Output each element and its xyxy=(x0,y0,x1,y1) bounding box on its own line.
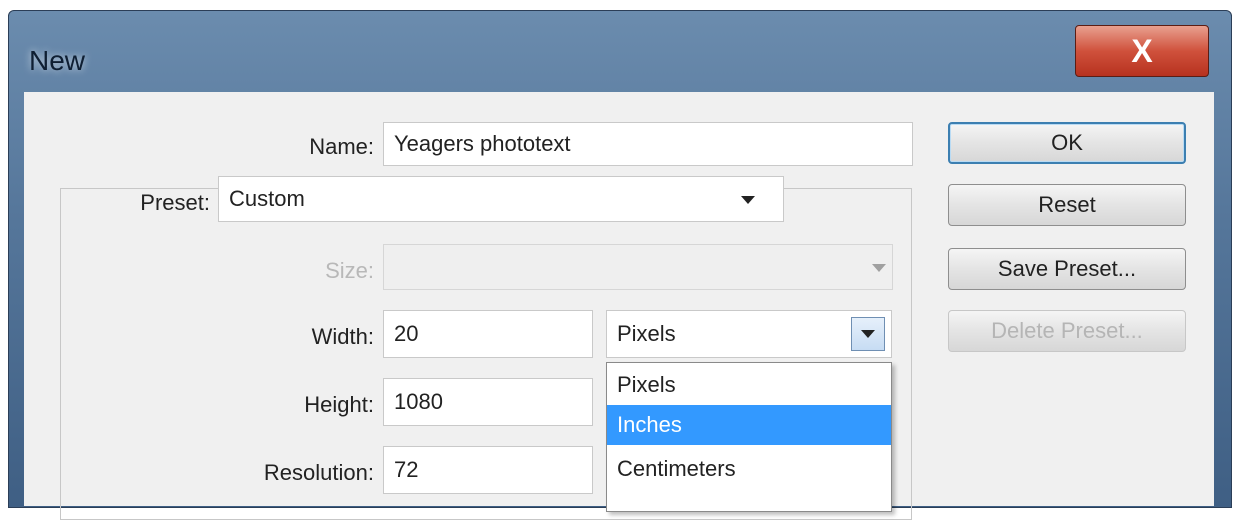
unit-dropdown-list: Pixels Inches Centimeters xyxy=(606,362,892,512)
preset-value: Custom xyxy=(229,186,305,211)
chevron-down-icon xyxy=(741,196,755,204)
close-icon: X xyxy=(1131,32,1153,69)
chevron-down-icon xyxy=(872,264,886,272)
width-value: 20 xyxy=(394,321,419,346)
name-value: Yeagers phototext xyxy=(394,131,571,156)
ok-button[interactable]: OK xyxy=(948,122,1186,164)
height-value: 1080 xyxy=(394,389,443,414)
resolution-label: Resolution: xyxy=(263,460,374,485)
width-unit-select[interactable]: Pixels xyxy=(606,310,892,358)
preset-label: Preset: xyxy=(98,190,210,216)
unit-option-inches[interactable]: Inches xyxy=(607,405,891,445)
dropdown-button[interactable] xyxy=(851,317,885,351)
height-label: Height: xyxy=(304,392,374,417)
preset-select[interactable]: Custom xyxy=(218,176,784,222)
resolution-value: 72 xyxy=(394,457,419,482)
close-button[interactable]: X xyxy=(1075,25,1209,77)
unit-option-pixels[interactable]: Pixels xyxy=(607,365,891,405)
width-unit-value: Pixels xyxy=(617,321,676,346)
size-label: Size: xyxy=(325,258,374,283)
width-label: Width: xyxy=(311,324,374,349)
chevron-down-icon xyxy=(861,330,875,338)
height-input[interactable]: 1080 xyxy=(383,378,593,426)
delete-preset-button: Delete Preset... xyxy=(948,310,1186,352)
name-label: Name: xyxy=(309,134,374,159)
title-bar[interactable]: New X xyxy=(9,11,1231,103)
resolution-input[interactable]: 72 xyxy=(383,446,593,494)
unit-option-centimeters[interactable]: Centimeters xyxy=(607,449,891,489)
name-input[interactable]: Yeagers phototext xyxy=(383,122,913,166)
reset-button[interactable]: Reset xyxy=(948,184,1186,226)
dialog-title: New xyxy=(29,45,86,76)
width-input[interactable]: 20 xyxy=(383,310,593,358)
size-select xyxy=(383,244,893,290)
save-preset-button[interactable]: Save Preset... xyxy=(948,248,1186,290)
